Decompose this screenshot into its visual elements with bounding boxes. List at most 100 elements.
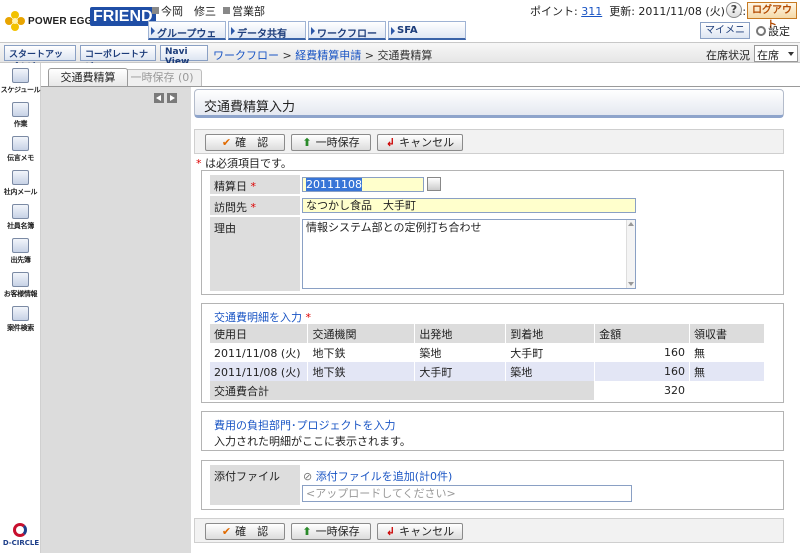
breadcrumb-current: 交通費精算 [377, 49, 433, 62]
nav-tab-data-share[interactable]: データ共有 [228, 21, 306, 40]
return-arrow-icon: ↲ [385, 525, 396, 538]
tab-temp-save[interactable]: 一時保存 (0) [122, 69, 202, 86]
arrow-icon [151, 27, 155, 35]
points-link[interactable]: 311 [581, 5, 602, 18]
check-icon: ✔ [221, 525, 232, 538]
required-note-text: は必須項目です。 [205, 157, 292, 170]
nav-tab-label: ワークフロー [317, 29, 377, 40]
settings-link[interactable]: 設定 [756, 23, 790, 39]
visit-label: 訪問先 * [210, 196, 300, 215]
attachment-section: 添付ファイル ⊘ 添付ファイルを追加(計0件) <アップロードしてください> [201, 460, 784, 510]
corporate-navi-button[interactable]: コーポレートナビ [80, 45, 156, 73]
table-header-row: 使用日 交通機関 出発地 到着地 金額 領収書 [210, 324, 765, 343]
sidebar-item-mail[interactable]: 社内メール [0, 167, 41, 201]
detail-heading[interactable]: 交通費明細を入力 * [214, 309, 311, 325]
breadcrumb: ワークフロー > 経費精算申請 > 交通費精算 [213, 47, 432, 63]
mymenu-button[interactable]: マイメニュー [700, 22, 750, 51]
sidebar-item-tasks[interactable]: 作業 [0, 99, 41, 133]
confirm-button[interactable]: ✔ 確 認 [205, 134, 285, 151]
reason-textarea[interactable]: 情報システム部との定例打ち合わせ [302, 219, 636, 289]
dcircle-logo: D-CIRCLE [2, 521, 40, 551]
burden-heading-link[interactable]: 費用の負担部門･プロジェクトを入力 [214, 417, 396, 433]
function-sidebar: スケジュール 作業 伝言メモ 社内メール 社員名簿 出先簿 お客様情報 案件検索… [0, 63, 41, 553]
mail-icon [12, 170, 29, 185]
navi-view-button[interactable]: Navi View [160, 45, 208, 67]
column-header: 金額 [594, 324, 691, 343]
page-title-bar: 交通費精算入力 [194, 89, 784, 118]
sidebar-item-case-search[interactable]: 案件検索 [0, 303, 41, 337]
content-tabs: 一時保存 (0) 交通費精算 [41, 63, 800, 87]
check-icon: ✔ [221, 136, 232, 149]
department-name: 営業部 [232, 5, 265, 18]
reason-label: 理由 [210, 217, 300, 291]
user-icon [152, 7, 159, 14]
prev-page-button[interactable] [154, 93, 164, 103]
action-bar-top: ✔ 確 認 ⬆ 一時保存 ↲ キャンセル [194, 129, 784, 154]
breadcrumb-workflow[interactable]: ワークフロー [213, 49, 279, 62]
column-header: 交通機関 [307, 324, 416, 343]
table-cell: 地下鉄 [307, 343, 416, 362]
power-egg-logo[interactable]: POWER EGG FRIEND [2, 4, 156, 36]
date-field[interactable]: 20111108 [302, 177, 424, 192]
detail-section: 交通費明細を入力 * 使用日 交通機関 出発地 到着地 金額 領収書 2011/… [201, 303, 784, 403]
upload-field[interactable]: <アップロードしてください> [302, 485, 632, 502]
action-bar-bottom: ✔ 確 認 ⬆ 一時保存 ↲ キャンセル [194, 518, 784, 543]
table-cell: 無 [689, 362, 765, 381]
table-cell: 築地 [414, 343, 507, 362]
breadcrumb-expense[interactable]: 経費精算申請 [295, 49, 361, 62]
arrow-icon [231, 27, 235, 35]
sidebar-item-label: 出先簿 [10, 256, 31, 264]
temp-save-button[interactable]: ⬆ 一時保存 [291, 134, 371, 151]
cancel-label: キャンセル [399, 136, 455, 149]
help-button[interactable]: ? [726, 2, 742, 18]
logo-friend: FRIEND [90, 7, 156, 26]
cancel-button[interactable]: ↲ キャンセル [377, 523, 463, 540]
chevron-right-icon [170, 95, 175, 101]
confirm-button[interactable]: ✔ 確 認 [205, 523, 285, 540]
total-value: 320 [594, 381, 691, 400]
sidebar-item-whereabouts[interactable]: 出先簿 [0, 235, 41, 269]
calendar-icon [12, 68, 29, 83]
column-header: 使用日 [210, 324, 309, 343]
cancel-button[interactable]: ↲ キャンセル [377, 134, 463, 151]
temp-save-button[interactable]: ⬆ 一時保存 [291, 523, 371, 540]
total-label: 交通費合計 [210, 381, 596, 400]
table-cell: 160 [594, 343, 691, 362]
reason-scrollbar[interactable] [626, 220, 635, 288]
column-header: 出発地 [414, 324, 507, 343]
detail-heading-link: 交通費明細を入力 [214, 311, 302, 324]
save-icon: ⬆ [302, 136, 312, 149]
add-attachment-link[interactable]: ⊘ 添付ファイルを追加(計0件) [303, 468, 452, 484]
nav-tab-groupware[interactable]: グループウェア [148, 21, 226, 55]
breadcrumb-separator: > [364, 49, 374, 62]
sidebar-item-directory[interactable]: 社員名簿 [0, 201, 41, 235]
sidebar-item-customers[interactable]: お客様情報 [0, 269, 41, 303]
table-cell: 地下鉄 [307, 362, 416, 381]
logout-button[interactable]: ログアウト [747, 2, 797, 31]
table-cell: 大手町 [505, 343, 596, 362]
nav-tab-workflow[interactable]: ワークフロー [308, 21, 386, 40]
sidebar-item-schedule[interactable]: スケジュール [0, 65, 41, 99]
dcircle-logo-icon [13, 523, 27, 537]
required-note: * は必須項目です。 [196, 155, 292, 171]
next-page-button[interactable] [167, 93, 177, 103]
arrow-icon [391, 27, 395, 35]
presence-select[interactable]: 在席 [754, 45, 798, 62]
sidebar-item-memo[interactable]: 伝言メモ [0, 133, 41, 167]
table-row[interactable]: 2011/11/08 (火) 地下鉄 築地 大手町 160 無 [210, 343, 765, 362]
visit-field[interactable]: なつかし食品 大手町 [302, 198, 636, 213]
save-icon: ⬆ [302, 525, 312, 538]
user-info: 今岡 修三 営業部 [152, 3, 265, 19]
calendar-picker-icon[interactable] [427, 177, 441, 191]
tab-transport-expense[interactable]: 交通費精算 [48, 68, 128, 87]
department-icon [223, 7, 230, 14]
table-row[interactable]: 2011/11/08 (火) 地下鉄 大手町 築地 160 無 [210, 362, 765, 381]
date-label-text: 精算日 [214, 180, 247, 193]
detail-table: 使用日 交通機関 出発地 到着地 金額 領収書 2011/11/08 (火) 地… [210, 324, 765, 400]
chevron-down-icon [628, 282, 634, 286]
card-icon [12, 272, 29, 287]
nav-tab-sfa[interactable]: SFA [388, 21, 466, 40]
startup-navi-button[interactable]: スタートアップナビ [4, 45, 76, 73]
column-header: 領収書 [689, 324, 765, 343]
date-label: 精算日 * [210, 175, 300, 194]
